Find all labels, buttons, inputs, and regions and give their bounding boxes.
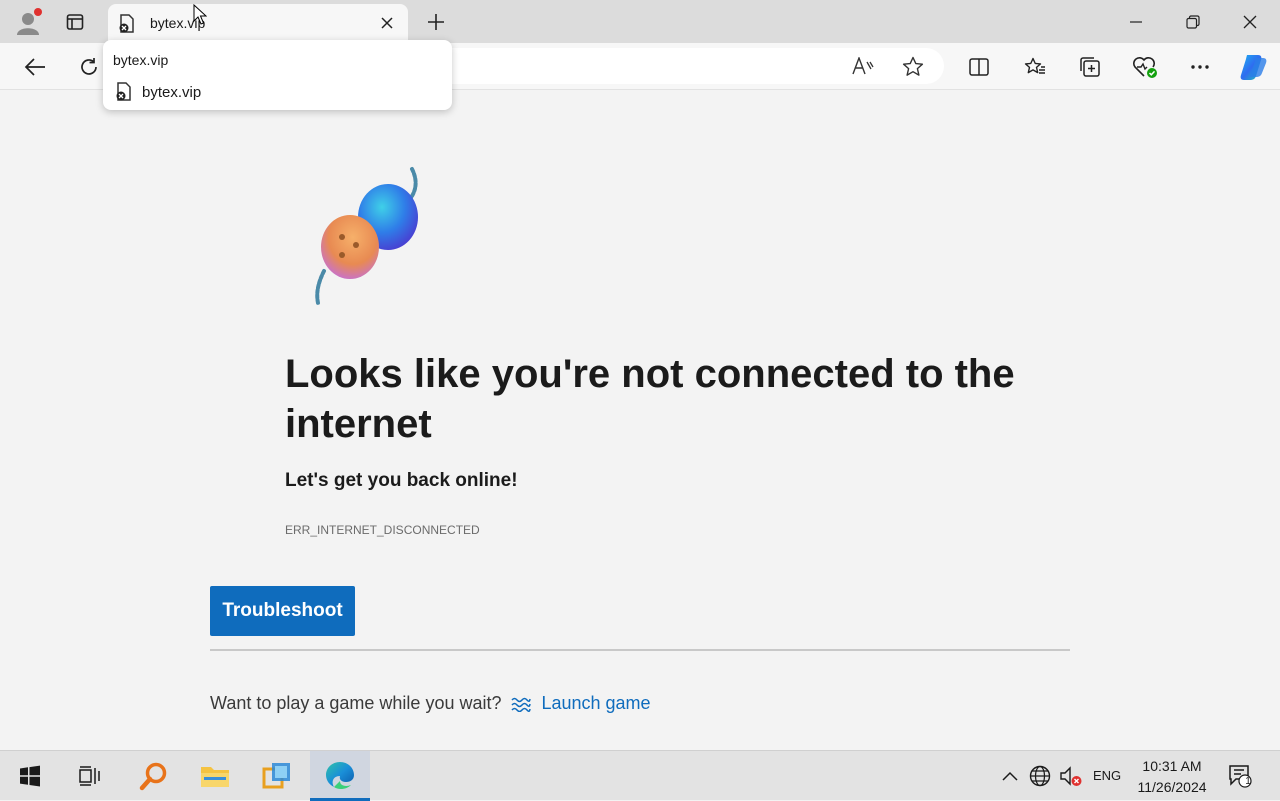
favorite-star-icon: [902, 56, 924, 76]
task-view-button[interactable]: [65, 751, 115, 801]
refresh-icon: [81, 58, 97, 75]
error-code: ERR_INTERNET_DISCONNECTED: [285, 523, 480, 537]
new-tab-button[interactable]: [420, 6, 452, 38]
back-icon: [24, 58, 45, 76]
tab-actions-button[interactable]: [58, 6, 92, 38]
split-screen-button[interactable]: [962, 50, 996, 84]
hover-card-site-label: bytex.vip: [142, 83, 202, 101]
hover-card-site-row: bytex.vip: [115, 82, 201, 102]
game-prompt-row: Want to play a game while you wait? Laun…: [210, 693, 651, 714]
task-view-icon: [79, 766, 100, 786]
search-app-button[interactable]: [129, 751, 179, 801]
error-headline: Looks like you're not connected to the i…: [285, 352, 1015, 446]
browser-essentials-icon: [1133, 57, 1157, 78]
taskbar: ENG 10:31 AM 11/26/2024 1: [0, 750, 1280, 801]
close-tab-button[interactable]: [376, 12, 398, 34]
file-explorer-icon: [201, 767, 229, 787]
volume-muted-icon: [1060, 766, 1082, 786]
refresh-button[interactable]: [72, 50, 106, 84]
add-favorite-button[interactable]: [896, 49, 930, 83]
volume-button[interactable]: [1057, 751, 1085, 801]
troubleshoot-button[interactable]: Troubleshoot: [210, 586, 355, 636]
browser-essentials-button[interactable]: [1128, 50, 1162, 84]
globe-icon: [1029, 765, 1051, 787]
notification-count: 1: [1245, 776, 1251, 787]
restore-icon: [1186, 14, 1200, 29]
minimize-icon: [1130, 20, 1142, 23]
remote-app-button[interactable]: [252, 751, 302, 801]
more-icon: [1191, 65, 1209, 69]
close-icon: [381, 17, 393, 29]
collections-icon: [1080, 57, 1100, 77]
clock[interactable]: 10:31 AM 11/26/2024: [1130, 756, 1214, 798]
divider: [210, 649, 1070, 651]
restore-button[interactable]: [1165, 0, 1221, 43]
favorites-button[interactable]: [1018, 50, 1052, 84]
read-aloud-icon: [852, 57, 874, 75]
tab-bytex[interactable]: bytex.vip: [108, 4, 408, 43]
profile-button[interactable]: [12, 6, 44, 38]
surf-waves-icon: [511, 696, 532, 712]
chevron-up-icon: [1002, 771, 1018, 781]
close-window-button[interactable]: [1222, 0, 1278, 43]
collections-button[interactable]: [1073, 50, 1107, 84]
disconnected-plug-illustration: [306, 161, 436, 316]
back-button[interactable]: [18, 50, 52, 84]
start-icon: [20, 765, 40, 787]
remote-app-icon: [262, 763, 290, 789]
offline-page-icon: [115, 82, 133, 102]
show-hidden-icons-button[interactable]: [996, 751, 1024, 801]
error-subheading: Let's get you back online!: [285, 470, 518, 491]
tab-actions-icon: [66, 13, 84, 31]
title-bar: bytex.vip: [0, 0, 1280, 43]
error-page: Looks like you're not connected to the i…: [6, 91, 1274, 749]
edge-icon: [326, 762, 354, 790]
game-prompt-text: Want to play a game while you wait?: [210, 693, 502, 713]
clock-date: 11/26/2024: [1137, 779, 1207, 795]
mouse-cursor: [193, 3, 208, 31]
launch-game-label: Launch game: [541, 693, 651, 713]
copilot-icon: [1240, 55, 1267, 80]
read-aloud-button[interactable]: [846, 49, 880, 83]
hover-card-title: bytex.vip: [113, 52, 169, 68]
network-button[interactable]: [1027, 751, 1053, 801]
language-indicator[interactable]: ENG: [1093, 768, 1121, 783]
start-button[interactable]: [5, 751, 55, 801]
offline-page-icon: [118, 14, 136, 34]
search-icon: [139, 762, 167, 791]
settings-more-button[interactable]: [1183, 50, 1217, 84]
edge-taskbar-button[interactable]: [310, 751, 370, 801]
tab-hover-card: bytex.vip bytex.vip: [103, 40, 452, 110]
close-window-icon: [1243, 15, 1257, 28]
notification-dot: [34, 8, 42, 16]
file-explorer-button[interactable]: [190, 751, 240, 801]
plus-icon: [427, 13, 445, 31]
minimize-button[interactable]: [1108, 0, 1164, 43]
favorites-icon: [1024, 57, 1045, 74]
clock-time: 10:31 AM: [1142, 758, 1202, 774]
copilot-button[interactable]: [1236, 50, 1270, 84]
launch-game-link[interactable]: Launch game: [511, 693, 651, 714]
split-screen-icon: [969, 58, 989, 76]
notification-center-button[interactable]: 1: [1222, 751, 1258, 801]
